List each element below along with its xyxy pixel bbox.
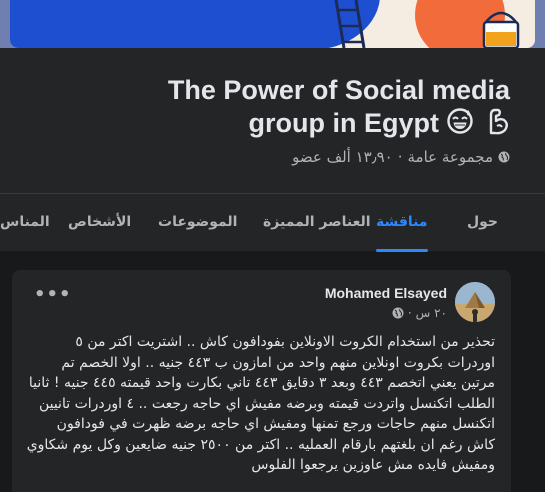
group-member-count[interactable]: ١٣٫٩٠ ألف عضو (292, 148, 393, 166)
tab-about[interactable]: حول (467, 194, 498, 252)
group-meta: مجموعة عامة · ١٣٫٩٠ ألف عضو (292, 148, 510, 166)
avatar-photo (455, 282, 495, 322)
group-header: The Power of Social media group in Egypt… (0, 48, 545, 193)
group-tabs: حول مناقشة العناصر المميزة الموضوعات الأ… (0, 193, 545, 252)
tab-topics[interactable]: الموضوعات (158, 194, 237, 252)
tab-events[interactable]: المناس (0, 194, 50, 252)
globe-icon (498, 151, 510, 163)
tab-people[interactable]: الأشخاص (68, 194, 131, 252)
post-timestamp: · ٢٠ س (392, 306, 447, 320)
more-options-button[interactable]: ••• (34, 286, 72, 304)
cover-illustration (10, 0, 535, 48)
group-title[interactable]: The Power of Social media group in Egypt (90, 74, 510, 140)
grinning-sweat-face-icon (447, 108, 474, 134)
time-separator: · (407, 306, 412, 320)
post-text: تحذير من استخدام الكروت الاونلاين بفوداف… (26, 334, 495, 473)
post-author[interactable]: Mohamed Elsayed (325, 285, 447, 301)
ladder-illustration (334, 0, 366, 48)
group-cover-photo[interactable] (0, 0, 545, 48)
globe-icon (392, 307, 404, 319)
post-time[interactable]: ٢٠ س (416, 306, 447, 320)
tab-discussion[interactable]: مناقشة (376, 194, 428, 252)
tab-featured[interactable]: العناصر المميزة (263, 194, 371, 252)
feed-post: Mohamed Elsayed · ٢٠ س ••• تحذير من استخ… (12, 270, 511, 492)
author-avatar[interactable] (455, 282, 495, 322)
flexed-biceps-icon (489, 108, 508, 135)
cover-blue-shape (10, 0, 380, 48)
paint-bucket-illustration (482, 11, 520, 48)
group-privacy[interactable]: مجموعة عامة (408, 148, 494, 166)
meta-separator: · (397, 148, 403, 166)
